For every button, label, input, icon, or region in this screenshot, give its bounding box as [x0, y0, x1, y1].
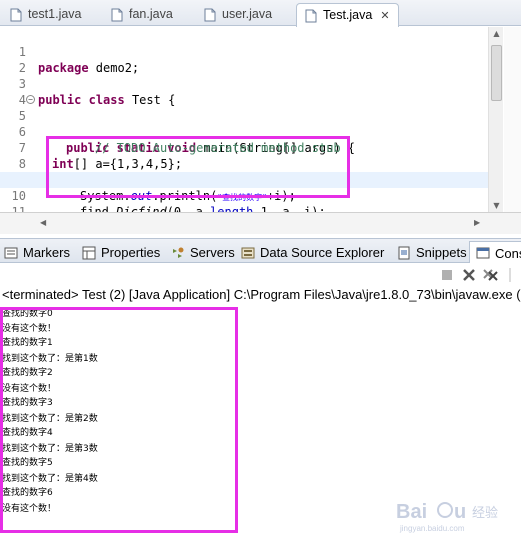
fold-collapse-icon[interactable]: −: [26, 95, 35, 104]
code-line: 3 public class Test {: [0, 60, 488, 107]
tab-label: user.java: [222, 7, 273, 21]
highlight-box-code: [46, 136, 350, 198]
baidu-watermark: Bai u 经验 jingyan.baidu.com: [392, 496, 514, 536]
java-file-icon: [305, 9, 317, 23]
scroll-right-arrow-icon[interactable]: ▶: [474, 218, 480, 227]
scroll-left-arrow-icon[interactable]: ◀: [40, 218, 46, 227]
editor-tab-bar: test1.java fan.java user.java Test.java …: [0, 0, 521, 27]
view-tab-bar: Markers Properties Servers Data Source E…: [0, 238, 521, 264]
watermark-sub: 经验: [472, 506, 499, 521]
code-line: 5 − public static void main(String[] arg…: [0, 92, 488, 155]
data-source-icon: [241, 246, 255, 260]
scroll-down-arrow-icon[interactable]: ▼: [489, 201, 504, 210]
close-icon[interactable]: ✕: [380, 9, 389, 22]
view-tab-label: Data Source Explorer: [260, 245, 385, 260]
tab-console[interactable]: Cons: [469, 241, 521, 264]
highlight-box-console: [0, 307, 238, 533]
view-tab-label: Servers: [190, 245, 235, 260]
code-line: 1 package demo2;: [0, 28, 488, 75]
view-tab-label: Properties: [101, 245, 161, 260]
stop-icon: [442, 270, 452, 280]
tab-test-java[interactable]: Test.java ✕: [296, 3, 399, 27]
code-line: 12 }: [0, 204, 488, 212]
code-line: 6 // TODO Auto-generated method stub: [0, 108, 488, 155]
terminate-button[interactable]: [439, 267, 455, 283]
view-tab-label: Markers: [23, 245, 70, 260]
snippets-icon: [397, 246, 411, 260]
tab-properties[interactable]: Properties: [82, 242, 160, 263]
tab-markers[interactable]: Markers: [4, 242, 70, 263]
remove-launch-button[interactable]: [461, 267, 477, 283]
java-file-icon: [111, 8, 123, 22]
java-file-icon: [10, 8, 22, 22]
remove-x-icon: [463, 269, 475, 281]
svg-text:u: u: [454, 501, 466, 523]
tab-label: fan.java: [129, 7, 173, 21]
java-file-icon: [204, 8, 216, 22]
svg-text:Bai: Bai: [396, 501, 427, 523]
tab-data-source-explorer[interactable]: Data Source Explorer: [241, 242, 384, 263]
toolbar-separator: [506, 267, 514, 283]
console-toolbar: [0, 263, 521, 285]
terminated-status-line: <terminated> Test (2) [Java Application]…: [2, 287, 521, 302]
tab-servers[interactable]: Servers: [171, 242, 235, 263]
view-tab-label: Snippets: [416, 245, 467, 260]
scrollbar-thumb[interactable]: [491, 45, 502, 101]
tab-label: Test.java: [323, 8, 373, 22]
remove-all-x-icon: [483, 269, 498, 281]
editor-vertical-scrollbar[interactable]: ▲ ▼: [488, 27, 503, 212]
tab-label: test1.java: [28, 7, 82, 21]
properties-icon: [82, 246, 96, 260]
view-tab-label: Cons: [495, 245, 521, 261]
remove-all-terminated-button[interactable]: [483, 267, 499, 283]
tab-user-java[interactable]: user.java: [196, 3, 280, 26]
tab-test1-java[interactable]: test1.java: [2, 3, 90, 26]
code-line: 2: [0, 44, 488, 75]
scroll-up-arrow-icon[interactable]: ▲: [489, 29, 504, 38]
overview-ruler: [504, 27, 521, 212]
console-icon: [476, 246, 490, 260]
servers-icon: [171, 246, 185, 260]
code-line: 4: [0, 76, 488, 107]
watermark-url: jingyan.baidu.com: [400, 524, 465, 533]
editor-horizontal-scrollbar[interactable]: ◀ ▶: [0, 212, 521, 234]
markers-icon: [4, 246, 18, 260]
tab-fan-java[interactable]: fan.java: [103, 3, 181, 26]
tab-snippets[interactable]: Snippets: [397, 242, 467, 263]
